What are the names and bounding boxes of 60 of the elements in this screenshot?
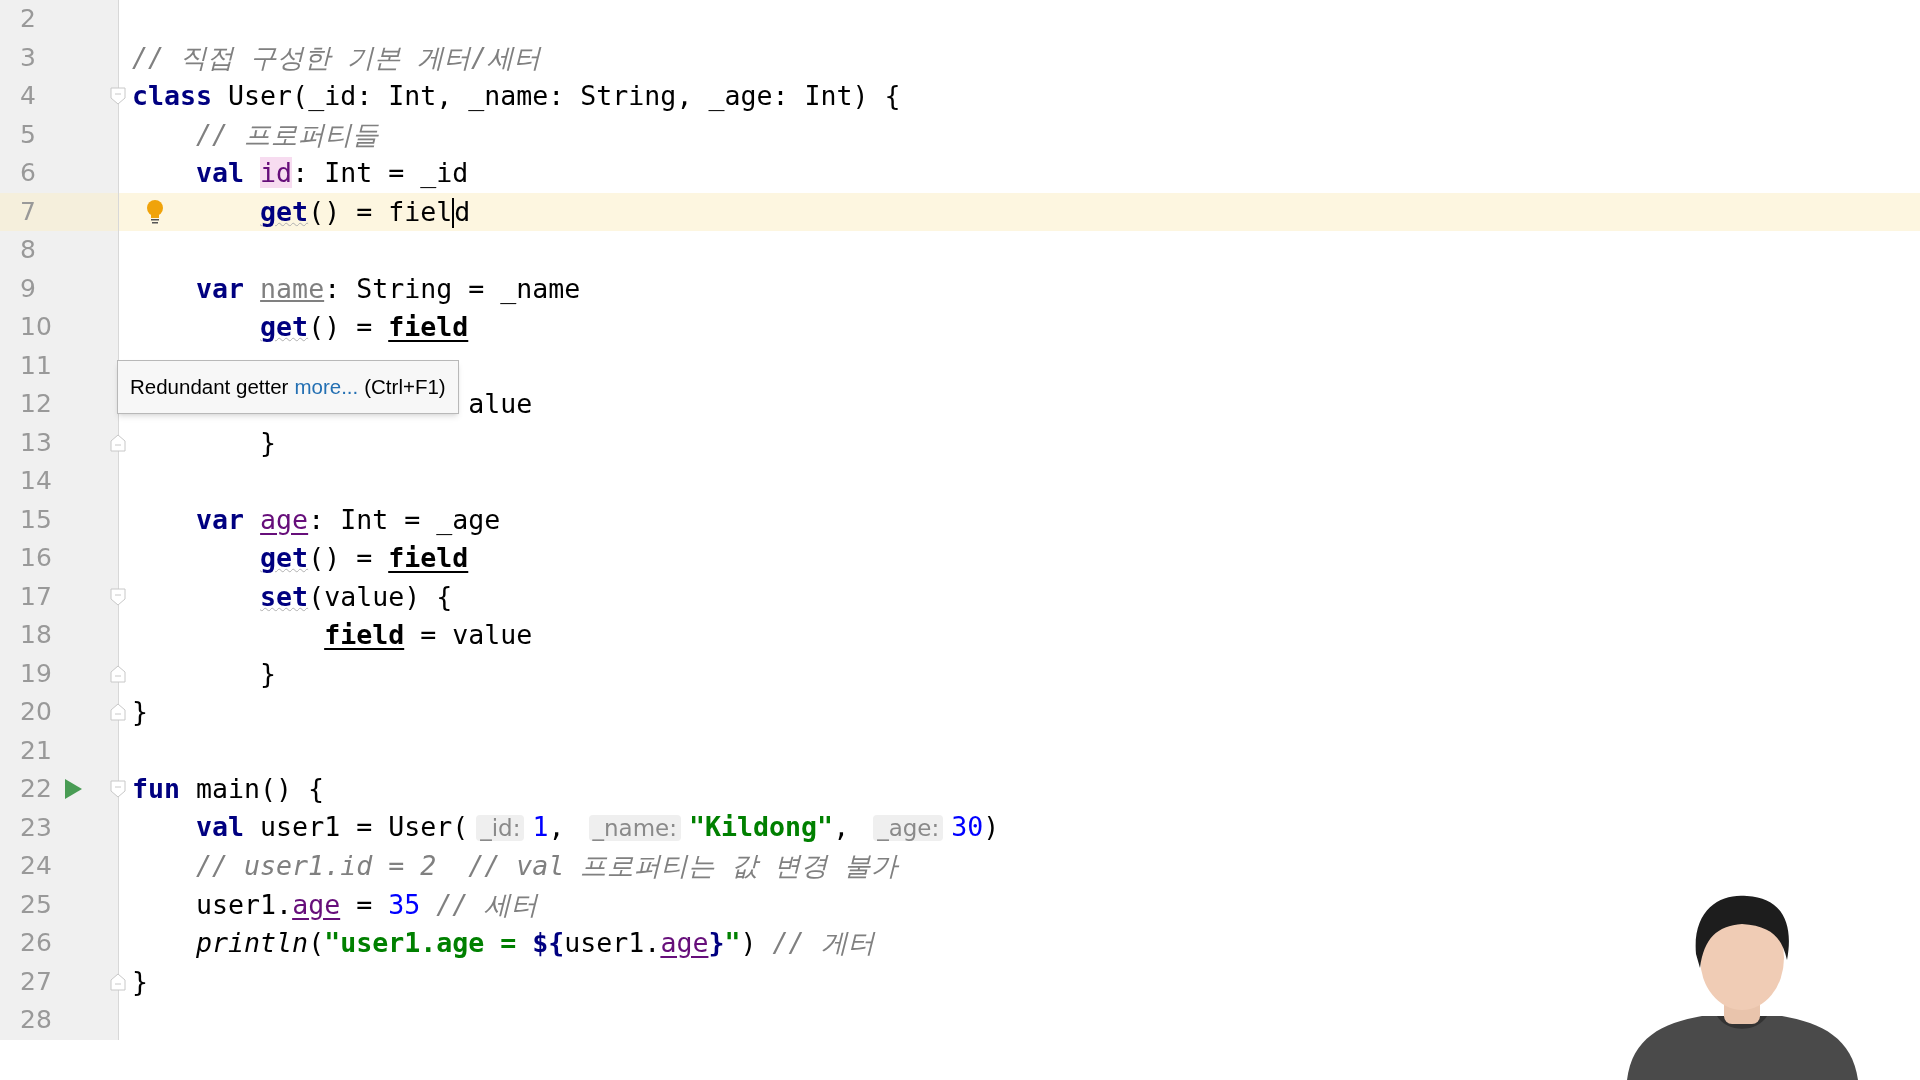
more-link[interactable]: more... [294,371,359,403]
fold-icon[interactable] [110,587,126,606]
fold-icon[interactable] [110,664,126,683]
line-number: 17 [20,580,52,613]
code-line: set(value) { [260,579,453,614]
code-line: var age: Int = _age [196,502,501,537]
line-number: 4 [20,80,36,112]
line-number: 6 [20,157,36,189]
line-number: 2 [20,3,36,35]
code-line: } [260,425,277,460]
line-number: 8 [20,234,36,266]
tooltip-message: Redundant getter [130,373,289,400]
line-number: 20 [20,696,52,728]
code-line: // user1.id = 2 // val 프로퍼티는 값 변경 불가 [196,849,899,883]
line-number: 10 [20,311,52,343]
line-number: 16 [20,542,52,574]
code-line: } [132,695,148,729]
code-line: get() = field [260,310,469,344]
line-number: 9 [20,272,36,305]
fold-icon[interactable] [110,703,126,721]
line-number: 24 [20,850,52,882]
line-number: 18 [20,619,52,651]
line-number: 5 [20,118,36,151]
line-number: 15 [20,503,52,536]
line-number: 12 [20,388,52,420]
line-number: 7 [20,195,36,228]
line-number: 11 [20,349,52,382]
code-line: field = value [324,618,533,652]
run-icon[interactable] [64,779,82,799]
code-line: // 직접 구성한 기본 게터/세터 [132,40,542,75]
line-number: 21 [20,734,52,767]
code-line: alue [468,387,533,421]
code-line: } [132,964,148,999]
lightbulb-icon[interactable] [146,199,164,224]
line-number: 19 [20,657,52,690]
code-line: user1.age = 35 // 세터 [196,887,539,922]
fold-icon[interactable] [110,972,126,991]
line-number: 28 [20,1004,52,1036]
code-line: get() = fiel d [260,194,471,230]
code-line: // 프로퍼티들 [196,117,380,152]
code-line: class User(_id: Int, _name: String, _age: Int) { [132,79,901,113]
line-number: 14 [20,465,52,497]
fold-icon[interactable] [110,433,126,452]
line-number: 27 [20,965,52,998]
code-line: get() = field [260,541,469,575]
line-number: 13 [20,426,52,459]
fold-icon[interactable] [110,780,126,798]
line-number: 22 [20,773,52,805]
line-number: 26 [20,927,52,959]
fold-icon[interactable] [110,87,126,105]
code-line: fun main() { [132,772,325,806]
code-line: } [260,656,277,691]
line-number: 25 [20,888,52,921]
code-line: println("user1.age = ${user1.age}") // 게터 [196,926,875,960]
line-number: 3 [20,41,36,74]
code-line: val user1 = User( _id: 1, _name: "Kildong", _age: 30) [196,810,1000,844]
shortcut-hint: (Ctrl+F1) [364,373,446,400]
line-number: 23 [20,811,52,844]
code-line: val id: Int = _id [196,156,469,190]
code-line: var name: String = _name [196,271,581,306]
